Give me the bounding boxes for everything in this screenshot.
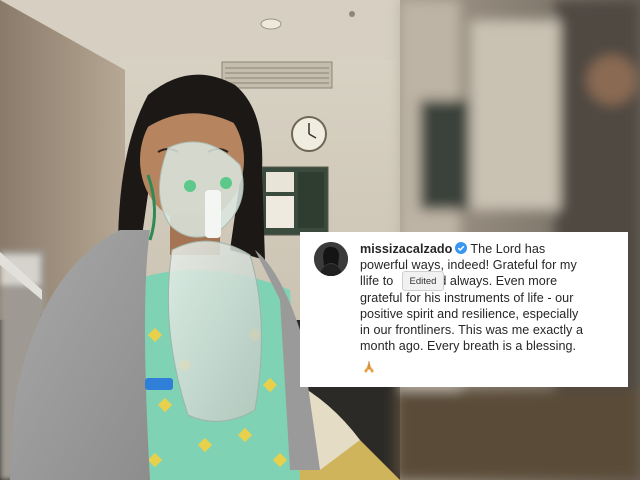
caption-line-6: in our frontliners. This was me exactly …	[360, 323, 583, 338]
caption-text: missizacalzado The Lord has powerful ways…	[360, 241, 622, 354]
folded-hands-icon	[364, 361, 374, 373]
caption-line-7: month ago. Every breath is a blessing.	[360, 339, 577, 354]
username-link[interactable]: missizacalzado	[360, 242, 452, 256]
caption-line-3a: llife to	[360, 274, 394, 289]
instagram-caption-card: missizacalzado The Lord has powerful ways…	[300, 232, 628, 387]
profile-avatar[interactable]	[314, 242, 348, 276]
caption-line-5: positive spirit and resilience, especial…	[360, 306, 579, 321]
caption-line-2: powerful ways, indeed! Grateful for my	[360, 258, 577, 273]
caption-line-1-rest: The Lord has	[470, 242, 546, 256]
caption-line-3b: d always. Even more	[439, 274, 558, 289]
edited-label: Edited	[402, 271, 444, 291]
caption-line-4: grateful for his instruments of life - o…	[360, 290, 574, 305]
verified-badge-icon	[455, 242, 468, 254]
